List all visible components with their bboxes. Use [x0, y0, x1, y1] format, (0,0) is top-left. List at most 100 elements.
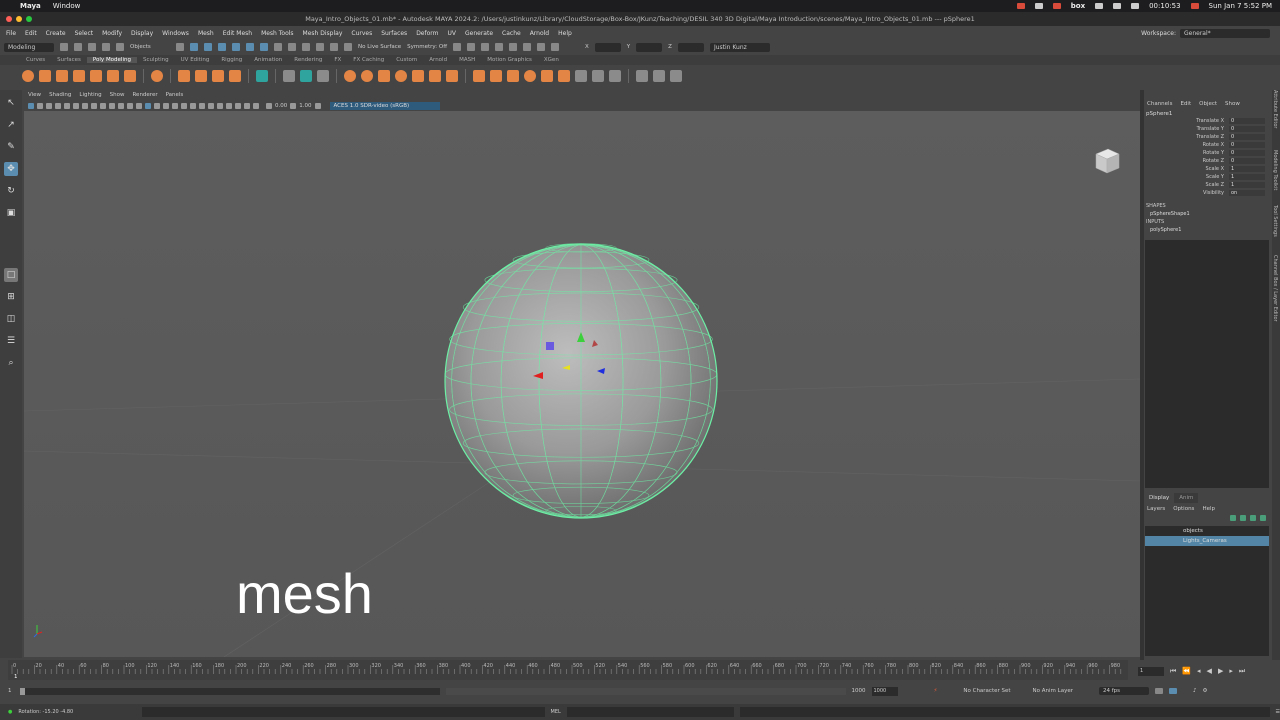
search-icon[interactable]: ⌕	[4, 356, 18, 370]
app-status-icon[interactable]	[1052, 3, 1061, 9]
poly-cone-icon[interactable]	[73, 70, 85, 82]
magnet-icon[interactable]	[302, 43, 310, 51]
channel-value[interactable]: 0	[1229, 142, 1265, 148]
menu-curves[interactable]: Curves	[351, 30, 372, 37]
open-scene-icon[interactable]	[74, 43, 82, 51]
render-icon[interactable]	[467, 43, 476, 51]
character-set-dropdown[interactable]: No Character Set	[963, 688, 1010, 694]
mel-language-label[interactable]: MEL	[551, 709, 561, 715]
mesh-grid-icon[interactable]	[256, 70, 268, 82]
viewport-menu-renderer[interactable]: Renderer	[132, 92, 157, 98]
scale-tool-icon[interactable]: ▣	[4, 206, 18, 220]
new-scene-icon[interactable]	[60, 43, 68, 51]
undo-icon[interactable]	[102, 43, 110, 51]
history-icon[interactable]	[288, 43, 296, 51]
hypershade-icon[interactable]	[509, 43, 518, 51]
shelf-tab-fx[interactable]: FX	[328, 57, 347, 63]
exposure-field[interactable]: 0.00	[275, 103, 287, 109]
single-view-layout-icon[interactable]: □	[4, 268, 18, 282]
start-time-field[interactable]: 1	[8, 688, 12, 694]
paint-select-tool-icon[interactable]: ✎	[4, 140, 18, 154]
poly-plane-icon[interactable]	[107, 70, 119, 82]
live-surface-dropdown[interactable]: No Live Surface	[358, 44, 401, 50]
rotate-tool-icon[interactable]: ↻	[4, 184, 18, 198]
move-layer-down-icon[interactable]	[1240, 515, 1246, 521]
automatic-map-icon[interactable]	[670, 70, 682, 82]
box-icon[interactable]: box	[1071, 2, 1085, 10]
channel-row[interactable]: Visibility on	[1144, 189, 1272, 197]
channel-row[interactable]: Translate Y 0	[1144, 125, 1272, 133]
channel-row[interactable]: Translate X 0	[1144, 117, 1272, 125]
bevel-icon[interactable]	[473, 70, 485, 82]
search-icon[interactable]	[1131, 3, 1140, 9]
channel-row[interactable]: Rotate Y 0	[1144, 149, 1272, 157]
time-ruler[interactable]: 0 20 40 60 80 100 120 140 160 180 200 220 240 260 280 3…	[8, 660, 1128, 680]
fps-dropdown[interactable]: 24 fps	[1099, 687, 1149, 695]
poly-cube-icon[interactable]	[39, 70, 51, 82]
current-frame-marker[interactable]: 1	[14, 674, 18, 680]
side-tab-tool-settings[interactable]: Tool Settings	[1272, 205, 1278, 237]
poly-cylinder-icon[interactable]	[56, 70, 68, 82]
2d-pan-zoom-icon[interactable]	[64, 102, 70, 109]
target-weld-icon[interactable]	[558, 70, 570, 82]
command-input[interactable]	[566, 707, 734, 717]
uv-editor-icon[interactable]	[636, 70, 648, 82]
menu-mesh[interactable]: Mesh	[198, 30, 214, 37]
boolean-intersection-icon[interactable]	[378, 70, 390, 82]
mirror-icon[interactable]	[395, 70, 407, 82]
select-tool-icon[interactable]: ↖	[4, 96, 18, 110]
layer-tab-anim[interactable]: Anim	[1174, 493, 1199, 503]
poly-sphere-icon[interactable]	[22, 70, 34, 82]
menu-surfaces[interactable]: Surfaces	[381, 30, 407, 37]
channel-box-menu-edit[interactable]: Edit	[1180, 101, 1191, 107]
combine-icon[interactable]	[283, 70, 295, 82]
menu-uv[interactable]: UV	[448, 30, 457, 37]
shelf-tab-surfaces[interactable]: Surfaces	[51, 57, 87, 63]
time-slider[interactable]: 0 20 40 60 80 100 120 140 160 180 200 220 240 260 280 3…	[8, 660, 1128, 680]
grid-toggle-icon[interactable]	[82, 102, 88, 109]
default-material-icon[interactable]	[163, 102, 169, 109]
close-window-button[interactable]	[6, 16, 12, 22]
timer-readout[interactable]: 00:10:53	[1149, 2, 1180, 10]
channel-box-menu-channels[interactable]: Channels	[1147, 101, 1172, 107]
viewport-menu-shading[interactable]: Shading	[49, 92, 71, 98]
current-frame-field[interactable]: 1	[1138, 666, 1164, 676]
animation-preferences-icon[interactable]	[1169, 688, 1177, 694]
xray-icon[interactable]	[235, 102, 241, 109]
shelf-tab-mash[interactable]: MASH	[453, 57, 481, 63]
menu-file[interactable]: File	[6, 30, 16, 37]
render-settings-icon[interactable]	[495, 43, 504, 51]
step-back-key-icon[interactable]: ⏪	[1182, 667, 1191, 675]
lasso-tool-icon[interactable]: ↗	[4, 118, 18, 132]
shelf-tab-animation[interactable]: Animation	[248, 57, 288, 63]
isolate-select-icon[interactable]	[226, 102, 232, 109]
preferences-icon[interactable]: ⚙	[1203, 688, 1208, 694]
animation-end-field[interactable]: 1000	[871, 686, 898, 696]
app-menu[interactable]: Maya	[20, 2, 41, 10]
channel-value[interactable]: 0	[1229, 134, 1265, 140]
xray-joints-icon[interactable]	[244, 102, 250, 109]
shelf-tab-xgen[interactable]: XGen	[538, 57, 565, 63]
record-icon[interactable]	[1016, 3, 1025, 9]
separate-icon[interactable]	[300, 70, 312, 82]
viewport-menu-show[interactable]: Show	[110, 92, 125, 98]
layer-menu-help[interactable]: Help	[1202, 506, 1215, 512]
viewport-menu-panels[interactable]: Panels	[166, 92, 184, 98]
audio-icon[interactable]: ♪	[1193, 688, 1197, 694]
menu-deform[interactable]: Deform	[416, 30, 438, 37]
snap-curve-icon[interactable]	[218, 43, 226, 51]
menu-display[interactable]: Display	[131, 30, 153, 37]
step-back-frame-icon[interactable]: ◂	[1197, 667, 1201, 675]
minimize-window-button[interactable]	[16, 16, 22, 22]
menu-select[interactable]: Select	[75, 30, 94, 37]
hierarchy-mode-icon[interactable]	[176, 43, 184, 51]
viewcube[interactable]	[1092, 146, 1122, 176]
platonic-solid-icon[interactable]	[151, 70, 163, 82]
menu-edit-mesh[interactable]: Edit Mesh	[223, 30, 252, 37]
symmetry-dropdown[interactable]: Symmetry: Off	[407, 44, 447, 50]
save-scene-icon[interactable]	[88, 43, 96, 51]
script-editor-icon[interactable]: ☰	[1276, 709, 1280, 715]
xray-components-icon[interactable]	[253, 102, 259, 109]
shelf-tab-sculpting[interactable]: Sculpting	[137, 57, 175, 63]
window-menu[interactable]: Window	[53, 2, 81, 10]
